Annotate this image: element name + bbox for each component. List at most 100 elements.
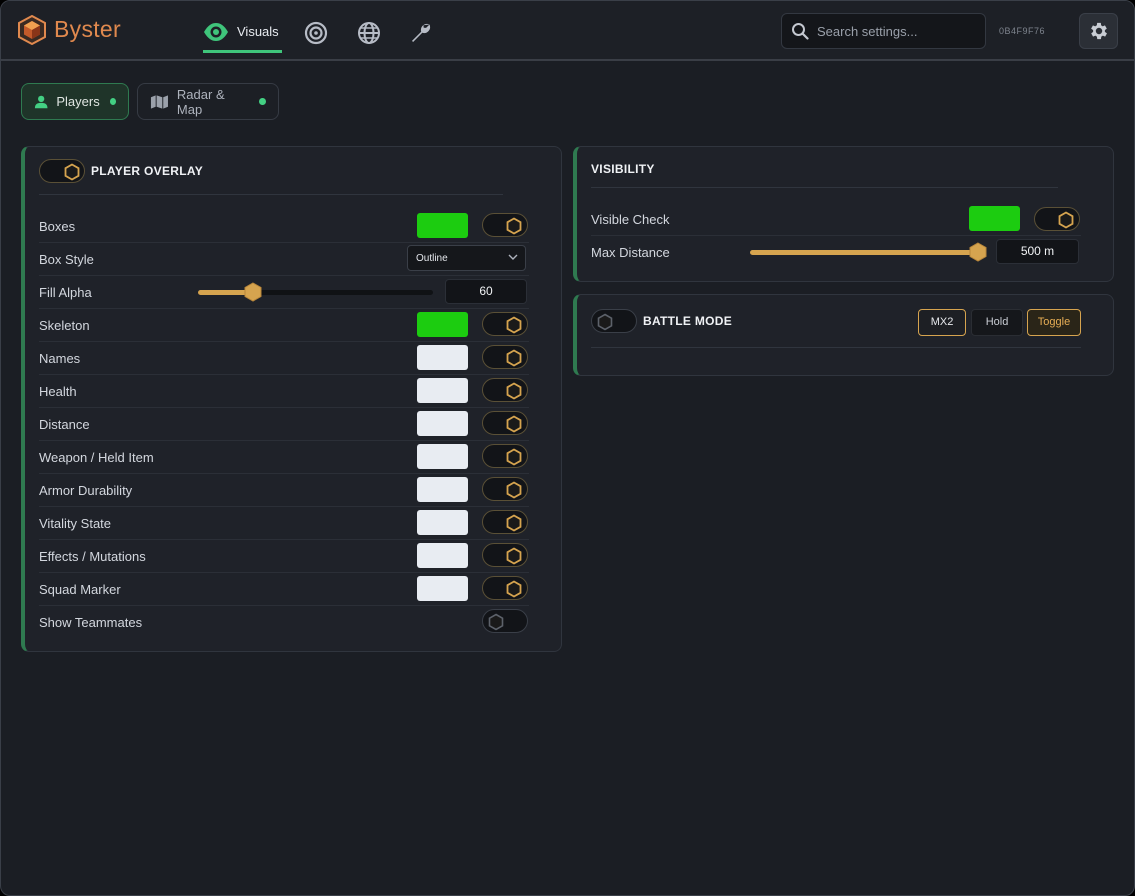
user-icon	[34, 95, 48, 108]
row-label: Weapon / Held Item	[39, 450, 154, 465]
color-swatch[interactable]	[417, 510, 468, 535]
mode-mx2-button[interactable]: MX2	[918, 309, 966, 336]
row-max-distance: Max Distance 500 m	[591, 236, 1081, 269]
wrench-icon	[412, 23, 431, 42]
row-label: Distance	[39, 417, 90, 432]
tab-visuals[interactable]: Visuals	[203, 13, 282, 53]
color-swatch[interactable]	[417, 576, 468, 601]
slider-fill	[750, 250, 978, 255]
row-label: Squad Marker	[39, 582, 121, 597]
tab-aim[interactable]	[304, 13, 328, 53]
row-label: Names	[39, 351, 81, 366]
subtab-radar-map-label: Radar & Map	[176, 86, 225, 117]
row-label: Fill Alpha	[39, 285, 92, 300]
mode-hold-button[interactable]: Hold	[971, 309, 1023, 336]
color-swatch[interactable]	[417, 477, 468, 502]
fill-alpha-slider[interactable]	[198, 282, 433, 302]
hexagon-knob-icon	[506, 217, 522, 235]
panel-divider	[591, 187, 1058, 188]
session-id: 0B4F9F76	[999, 26, 1046, 36]
color-swatch[interactable]	[417, 312, 468, 337]
row-armor-durability: Armor Durability	[39, 474, 529, 507]
row-label: Health	[39, 384, 77, 399]
search-icon	[792, 23, 809, 40]
status-dot	[259, 98, 266, 105]
hexagon-knob-icon	[506, 547, 522, 565]
hexagon-knob-icon	[506, 316, 522, 334]
subtab-players[interactable]: Players	[21, 83, 129, 120]
row-health: Health	[39, 375, 529, 408]
settings-button[interactable]	[1079, 13, 1118, 49]
visibility-panel: VISIBILITY Visible Check Max Distance 50…	[573, 146, 1114, 282]
row-label: Boxes	[39, 219, 76, 234]
target-icon	[304, 21, 328, 45]
distance-toggle[interactable]	[482, 411, 528, 435]
skeleton-toggle[interactable]	[482, 312, 528, 336]
boxes-toggle[interactable]	[482, 213, 528, 237]
panel-divider	[591, 347, 1081, 348]
row-fill-alpha: Fill Alpha 60	[39, 276, 529, 309]
max-distance-slider[interactable]	[750, 242, 987, 262]
color-swatch[interactable]	[417, 411, 468, 436]
hexagon-knob-icon	[506, 415, 522, 433]
weapon-toggle[interactable]	[482, 444, 528, 468]
row-label: Visible Check	[591, 212, 670, 227]
row-vitality-state: Vitality State	[39, 507, 529, 540]
color-swatch[interactable]	[417, 213, 468, 238]
row-label: Box Style	[39, 252, 94, 267]
tab-visuals-label: Visuals	[237, 24, 279, 39]
row-label: Skeleton	[39, 318, 90, 333]
battle-mode-title: BATTLE MODE	[643, 314, 733, 328]
row-visible-check: Visible Check	[591, 203, 1081, 236]
hexagon-knob-icon	[506, 349, 522, 367]
row-weapon: Weapon / Held Item	[39, 441, 529, 474]
chevron-down-icon	[508, 254, 518, 260]
row-label: Show Teammates	[39, 615, 143, 630]
color-swatch[interactable]	[417, 543, 468, 568]
max-distance-value[interactable]: 500 m	[996, 239, 1079, 264]
effects-mutations-toggle[interactable]	[482, 543, 528, 567]
box-style-dropdown[interactable]: Outline	[407, 245, 526, 271]
subtab-players-label: Players	[56, 94, 100, 109]
row-names: Names	[39, 342, 529, 375]
color-swatch[interactable]	[417, 444, 468, 469]
subtab-radar-map[interactable]: Radar & Map	[137, 83, 279, 120]
player-overlay-toggle[interactable]	[39, 159, 85, 183]
search-box[interactable]: Search settings...	[781, 13, 986, 49]
fill-alpha-value[interactable]: 60	[445, 279, 527, 304]
color-swatch[interactable]	[417, 345, 468, 370]
mode-toggle-button[interactable]: Toggle	[1027, 309, 1081, 336]
app-window: Byster Visuals Search settings... 0B4F9F…	[0, 0, 1135, 896]
eye-icon	[204, 22, 228, 41]
battle-mode-toggle[interactable]	[591, 309, 637, 333]
armor-durability-toggle[interactable]	[482, 477, 528, 501]
vitality-state-toggle[interactable]	[482, 510, 528, 534]
player-overlay-panel: PLAYER OVERLAY Boxes Box Style Outline F…	[21, 146, 562, 652]
color-swatch[interactable]	[417, 378, 468, 403]
hexagon-knob-icon	[506, 448, 522, 466]
panel-divider	[39, 194, 503, 195]
color-swatch[interactable]	[969, 206, 1020, 231]
visibility-title: VISIBILITY	[591, 162, 655, 176]
hexagon-knob-icon	[506, 481, 522, 499]
gear-icon	[1090, 22, 1107, 40]
names-toggle[interactable]	[482, 345, 528, 369]
slider-handle-icon[interactable]	[969, 242, 987, 262]
player-overlay-title: PLAYER OVERLAY	[91, 164, 204, 178]
tab-world[interactable]	[357, 13, 381, 53]
row-skeleton: Skeleton	[39, 309, 529, 342]
row-label: Armor Durability	[39, 483, 133, 498]
globe-icon	[358, 22, 380, 44]
tab-misc[interactable]	[409, 13, 433, 53]
slider-handle-icon[interactable]	[244, 282, 262, 302]
battle-mode-panel: BATTLE MODE MX2 Hold Toggle	[573, 294, 1114, 376]
status-dot	[109, 98, 116, 105]
hexagon-knob-icon	[506, 580, 522, 598]
visible-check-toggle[interactable]	[1034, 207, 1080, 231]
row-boxes: Boxes	[39, 210, 529, 243]
squad-marker-toggle[interactable]	[482, 576, 528, 600]
row-effects-mutations: Effects / Mutations	[39, 540, 529, 573]
health-toggle[interactable]	[482, 378, 528, 402]
show-teammates-toggle[interactable]	[482, 609, 528, 633]
row-label: Effects / Mutations	[39, 549, 146, 564]
